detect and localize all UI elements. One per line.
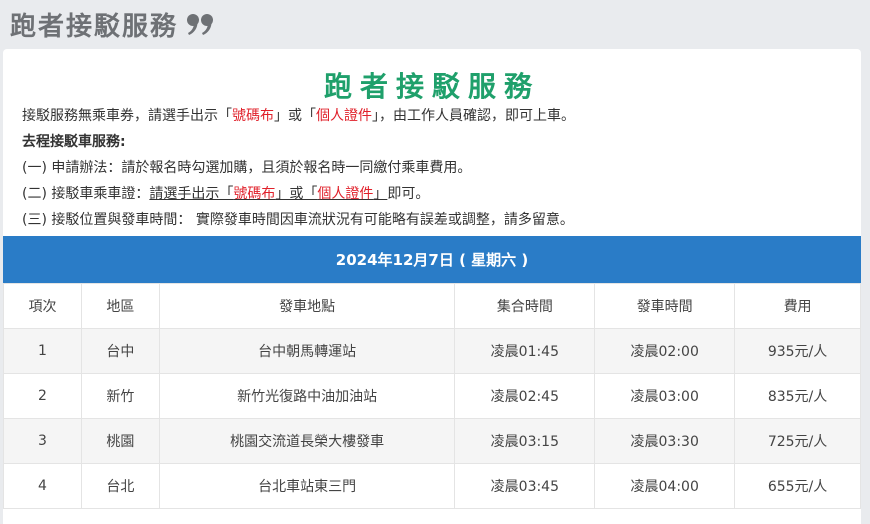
table-cell: 桃園 xyxy=(80,418,160,464)
table-cell: 桃園交流道長榮大樓發車 xyxy=(158,418,456,464)
table-cell: 655元/人 xyxy=(734,463,861,509)
table-cell: 1 xyxy=(3,328,82,374)
intro-text-segment: 」 xyxy=(373,186,388,202)
table-cell: 台中 xyxy=(80,328,160,374)
table-cell: 凌晨02:00 xyxy=(594,328,736,374)
intro-line-apply: (一) 申請辦法：請於報名時勾選加購，且須於報名時一同繳付乘車費用。 xyxy=(22,160,472,176)
table-row: 2 新竹 新竹光復路中油加油站 凌晨02:45 凌晨03:00 835元/人 xyxy=(3,373,861,419)
table-cell: 3 xyxy=(3,418,82,464)
table-cell: 台中朝馬轉運站 xyxy=(158,328,456,374)
column-header: 發車時間 xyxy=(594,283,736,329)
section-heading-outbound: 去程接駁車服務: xyxy=(22,134,126,150)
table-row: 1 台中 台中朝馬轉運站 凌晨01:45 凌晨02:00 935元/人 xyxy=(3,328,861,374)
table-cell: 凌晨03:45 xyxy=(454,463,596,509)
table-cell: 新竹光復路中油加油站 xyxy=(158,373,456,419)
intro-line-location: (三) 接駁位置與發車時間： 實際發車時間因車流狀況有可能略有誤差或調整，請多留… xyxy=(22,212,574,228)
card-title: 跑者接駁服務 xyxy=(323,70,540,103)
intro-text-segment: (二) 接駁車乘車證： xyxy=(22,186,150,202)
table-cell: 2 xyxy=(3,373,82,419)
date-banner: 2024年12月7日 ( 星期六 ) xyxy=(3,236,861,283)
page-header: 跑者接駁服務 xyxy=(10,4,216,44)
intro-line-pass: (二) 接駁車乘車證：請選手出示「號碼布」或「個人證件」即可。 xyxy=(22,181,852,207)
table-cell: 凌晨03:15 xyxy=(454,418,596,464)
table-cell: 4 xyxy=(3,463,82,509)
intro-text-segment: 」，由工作人員確認，即可上車。 xyxy=(372,108,575,124)
intro-text-segment: 接駁服務無乘車券，請選手出示「 xyxy=(22,108,232,124)
table-cell: 台北 xyxy=(80,463,160,509)
shuttle-card: 跑者接駁服務 接駁服務無乘車券，請選手出示「號碼布」或「個人證件」，由工作人員確… xyxy=(3,49,861,524)
table-cell: 凌晨03:30 xyxy=(594,418,736,464)
table-cell: 725元/人 xyxy=(734,418,861,464)
table-cell: 新竹 xyxy=(80,373,160,419)
table-row: 4 台北 台北車站東三門 凌晨03:45 凌晨04:00 655元/人 xyxy=(3,463,861,509)
column-header: 發車地點 xyxy=(158,283,456,329)
table-cell: 935元/人 xyxy=(734,328,861,374)
column-header: 費用 xyxy=(734,283,861,329)
table-cell: 凌晨01:45 xyxy=(454,328,596,374)
column-header: 集合時間 xyxy=(454,283,596,329)
table-cell: 凌晨02:45 xyxy=(454,373,596,419)
highlight-id: 個人證件 xyxy=(317,186,374,202)
highlight-bib: 號碼布 xyxy=(232,108,274,124)
intro-text-segment: 」或「 xyxy=(275,186,318,202)
intro-text-segment: 」或「 xyxy=(274,108,316,124)
intro-text-segment: 即可。 xyxy=(387,186,430,202)
highlight-id: 個人證件 xyxy=(316,108,372,124)
intro-text: 接駁服務無乘車券，請選手出示「號碼布」或「個人證件」，由工作人員確認，即可上車。… xyxy=(22,103,852,233)
table-header-row: 項次 地區 發車地點 集合時間 發車時間 費用 xyxy=(3,283,861,329)
column-header: 項次 xyxy=(3,283,82,329)
intro-text-segment: 請選手出示「 xyxy=(149,186,234,202)
shuttle-schedule-table: 項次 地區 發車地點 集合時間 發車時間 費用 1 台中 台中朝馬轉運站 凌晨0… xyxy=(3,283,861,509)
underlined-text: 請選手出示「號碼布」或「個人證件」 xyxy=(149,186,387,202)
table-cell: 凌晨03:00 xyxy=(594,373,736,419)
table-cell: 835元/人 xyxy=(734,373,861,419)
intro-line-1: 接駁服務無乘車券，請選手出示「號碼布」或「個人證件」，由工作人員確認，即可上車。 xyxy=(22,103,852,129)
page-title: 跑者接駁服務 xyxy=(10,11,179,42)
highlight-bib: 號碼布 xyxy=(233,186,276,202)
column-header: 地區 xyxy=(80,283,160,329)
quote-icon xyxy=(186,12,216,36)
table-cell: 凌晨04:00 xyxy=(594,463,736,509)
table-cell: 台北車站東三門 xyxy=(158,463,456,509)
table-row: 3 桃園 桃園交流道長榮大樓發車 凌晨03:15 凌晨03:30 725元/人 xyxy=(3,418,861,464)
